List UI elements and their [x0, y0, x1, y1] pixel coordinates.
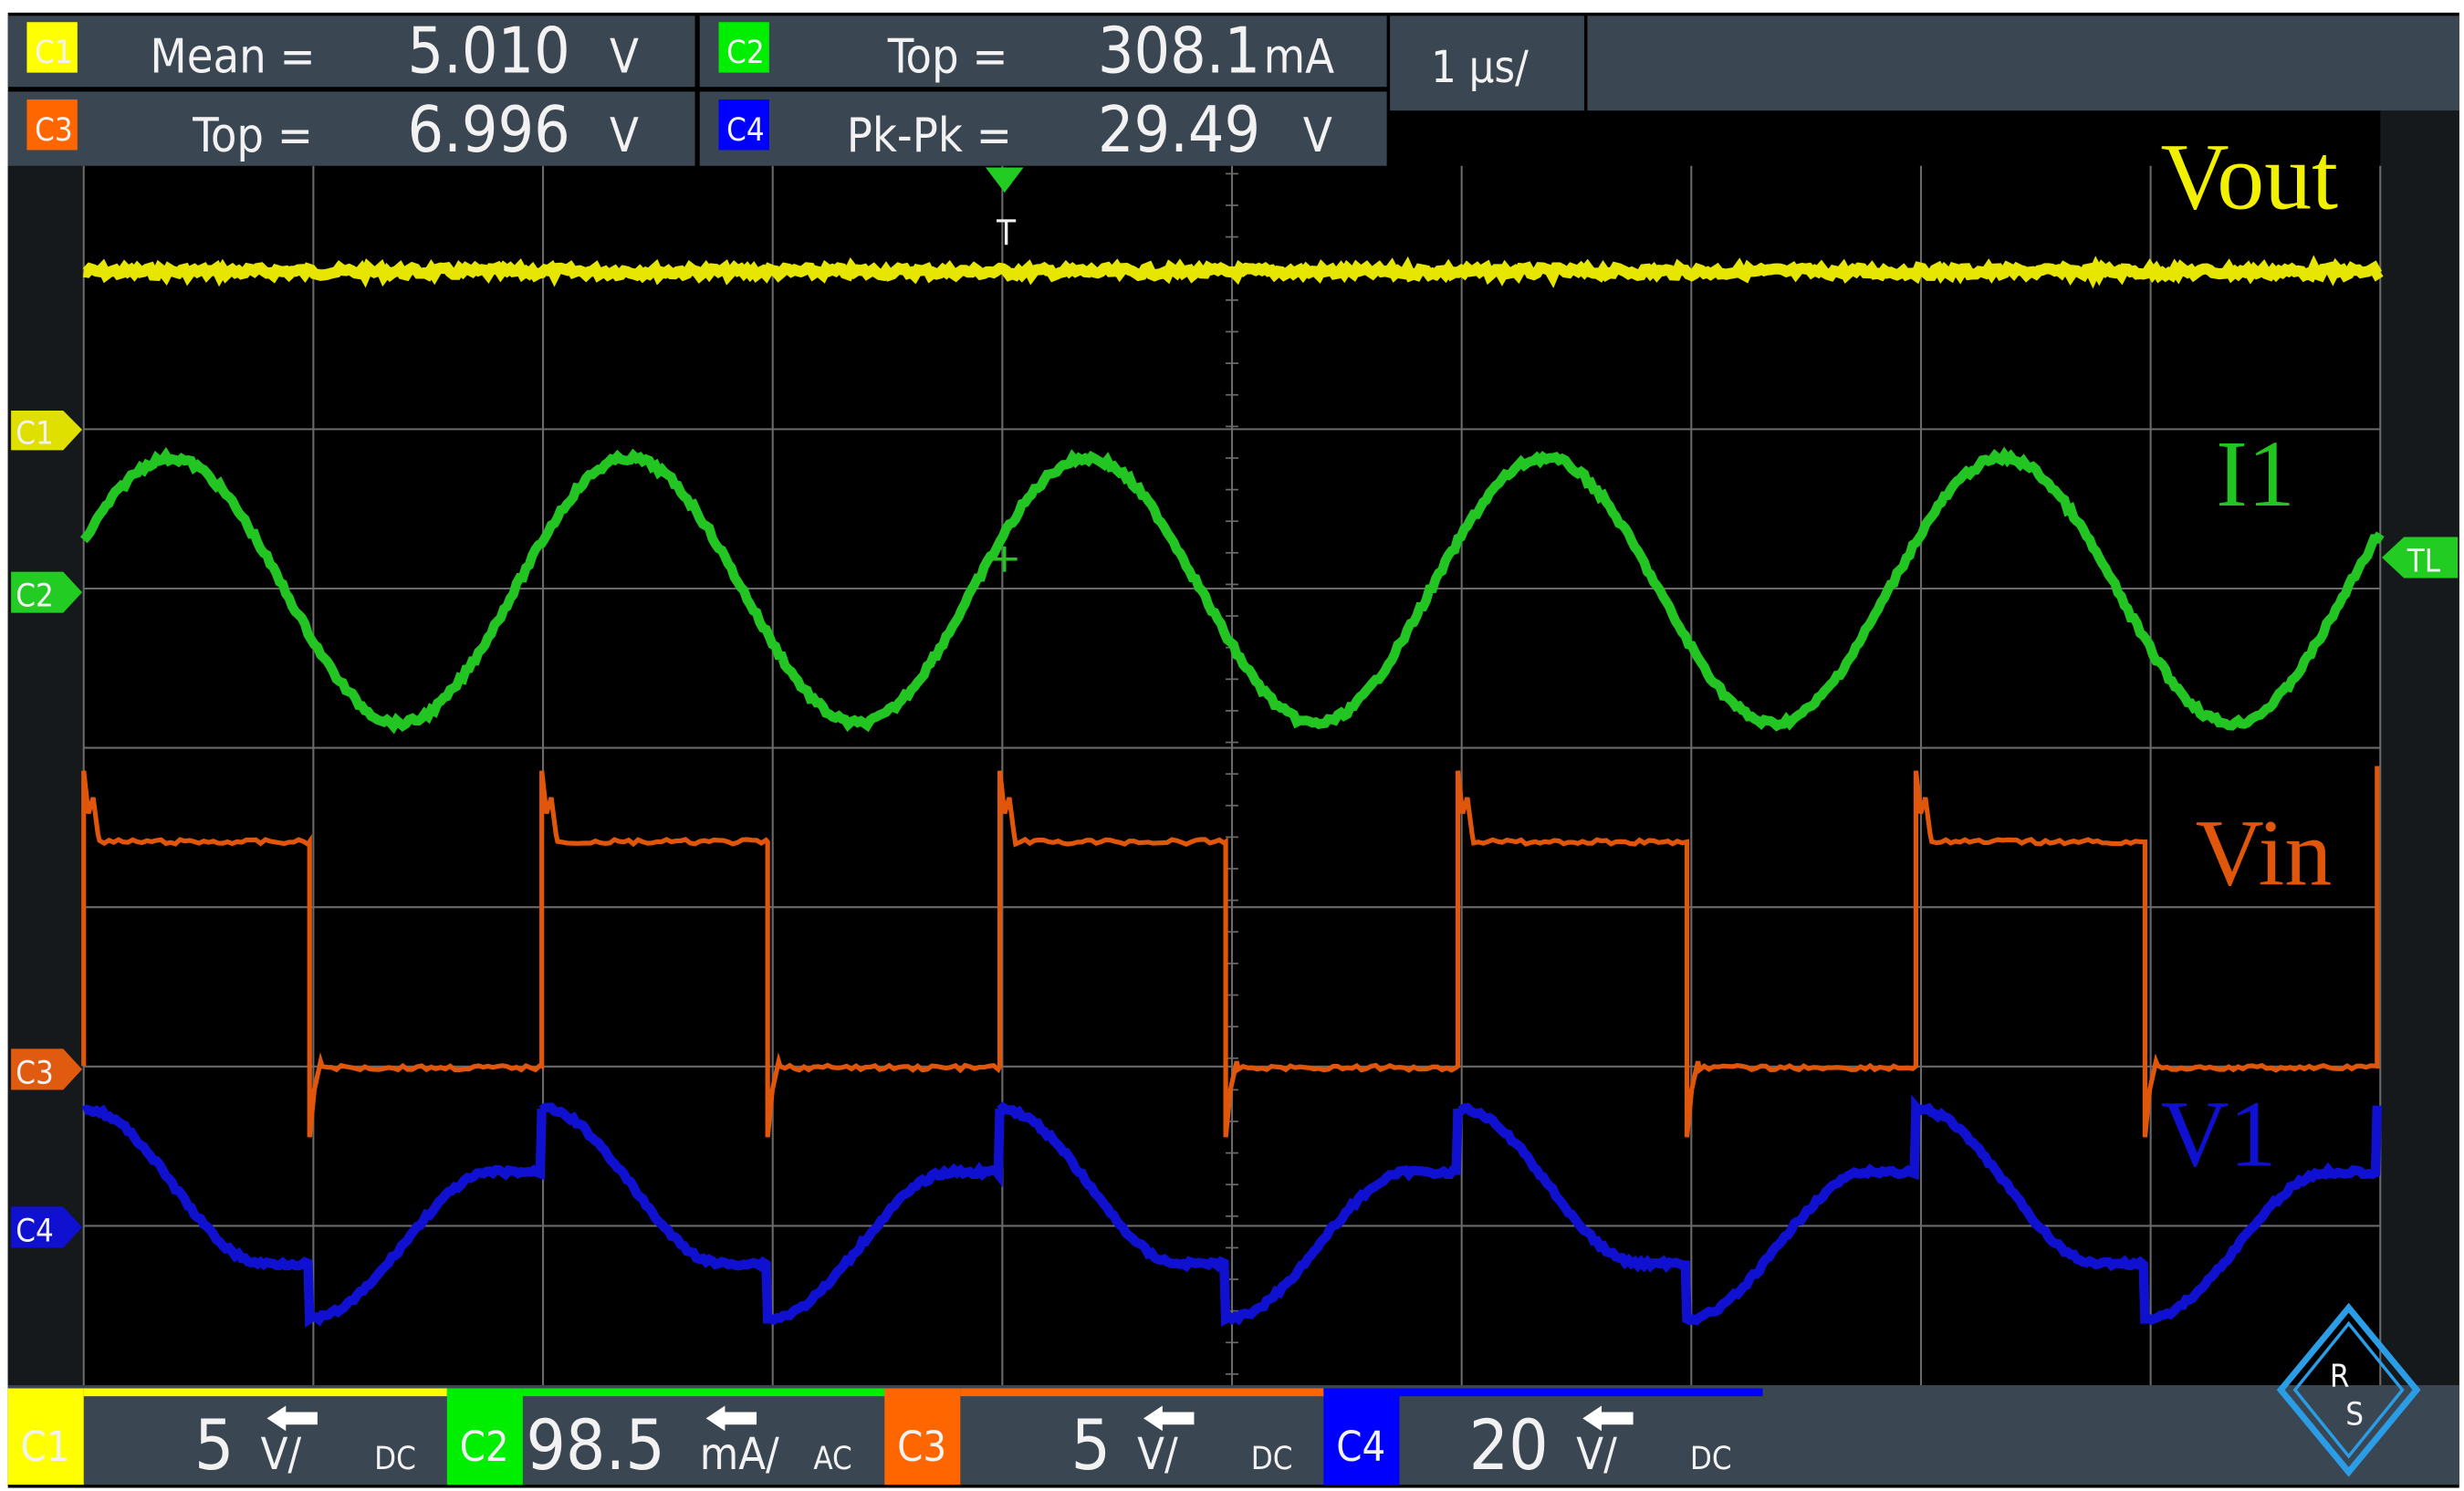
- measurement-name: Pk-Pk =: [847, 109, 1012, 163]
- measurement-value: 5.010: [408, 16, 570, 89]
- channel-color-strip: [960, 1388, 1324, 1397]
- measurement-unit: V: [1303, 109, 1332, 163]
- marker-label: TL: [2407, 544, 2441, 580]
- channel-label: C2: [460, 1423, 509, 1471]
- channel-unit: mA/: [700, 1429, 779, 1480]
- measurement-value: 308.1: [1098, 16, 1260, 89]
- timebase-box[interactable]: 1 µs/: [1390, 16, 1584, 111]
- marker-label: C2: [16, 579, 54, 615]
- measurement-c1[interactable]: C1 Mean = 5.010 V: [7, 16, 695, 89]
- badge-text: C1: [35, 35, 73, 71]
- measurement-unit: mA: [1264, 30, 1334, 85]
- measurement-c4[interactable]: C4 Pk-Pk = 29.49 V: [699, 91, 1387, 167]
- channel-color-strip: [522, 1388, 886, 1397]
- trace-vout: [82, 255, 2384, 289]
- trace-label-i1: I1: [2216, 422, 2295, 527]
- channel-coupling: DC: [1690, 1441, 1732, 1477]
- svg-text:R: R: [2330, 1359, 2350, 1395]
- measurement-value: 6.996: [408, 94, 570, 167]
- channel-color-strip: [1399, 1388, 1763, 1397]
- channel-coupling: DC: [374, 1441, 416, 1477]
- badge-text: C2: [726, 35, 765, 71]
- measurement-c2[interactable]: C2 Top = 308.1 mA: [699, 16, 1387, 89]
- right-marker-strip: [2380, 110, 2459, 1386]
- measurement-value: 29.49: [1098, 94, 1260, 167]
- trigger-marker-label: T: [996, 213, 1017, 253]
- channel-scale: 5: [1070, 1404, 1111, 1486]
- channel-label: C4: [1336, 1423, 1385, 1471]
- trace-label-v1: V1: [2161, 1081, 2277, 1186]
- channel-scale: 5: [194, 1404, 235, 1486]
- channel-label: C3: [897, 1423, 946, 1471]
- left-marker-strip: [7, 165, 84, 1386]
- measurement-unit: V: [610, 30, 639, 85]
- channel-unit: V/: [261, 1429, 302, 1480]
- measurement-name: Top =: [192, 109, 313, 163]
- channel-coupling: AC: [813, 1441, 851, 1477]
- svg-text:S: S: [2345, 1396, 2364, 1433]
- measurement-c3[interactable]: C3 Top = 6.996 V: [7, 91, 695, 167]
- oscilloscope-screen: C1 Mean = 5.010 V C2 Top = 308.1 mA C3 T…: [7, 12, 2459, 1488]
- measurement-name: Top =: [887, 30, 1008, 85]
- channel-label: C1: [20, 1423, 69, 1471]
- measurement-unit: V: [610, 109, 639, 163]
- trace-label-vin: Vin: [2196, 800, 2333, 905]
- badge-text: C3: [35, 112, 73, 149]
- channel-coupling: DC: [1251, 1441, 1293, 1477]
- timebase-label: 1 µs/: [1431, 42, 1529, 93]
- channel-color-strip: [83, 1388, 447, 1397]
- channel-unit: V/: [1576, 1429, 1617, 1480]
- channel-unit: V/: [1137, 1429, 1178, 1480]
- marker-label: C4: [16, 1214, 54, 1250]
- marker-label: C1: [16, 415, 54, 452]
- badge-text: C4: [726, 112, 765, 149]
- trace-label-vout: Vout: [2161, 124, 2338, 229]
- channel-scale: 20: [1469, 1404, 1549, 1486]
- top-status-area: [1587, 16, 2459, 111]
- measurement-name: Mean =: [150, 30, 315, 85]
- marker-label: C3: [16, 1055, 54, 1091]
- channel-scale: 98.5: [526, 1404, 664, 1486]
